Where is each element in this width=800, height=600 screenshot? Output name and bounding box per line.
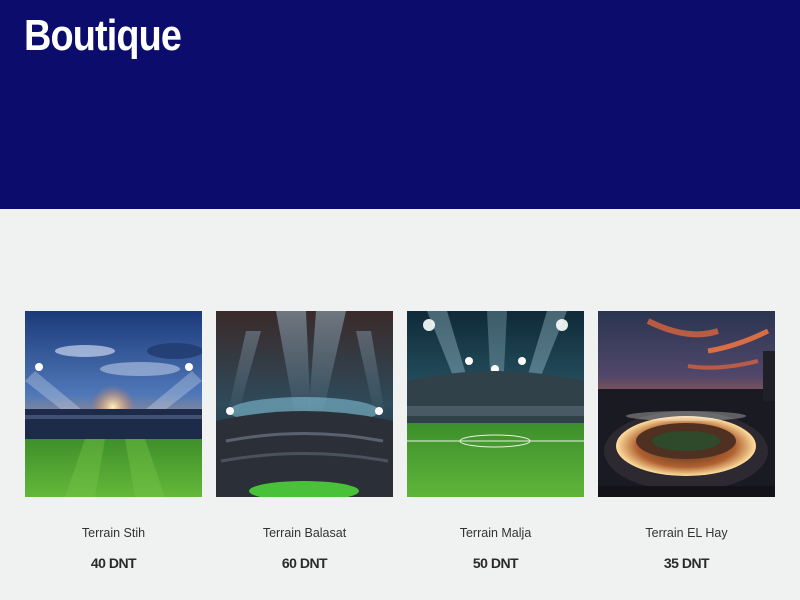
product-grid: Terrain Stih 40 DNT Terrain Balasat 60 D… (0, 209, 800, 600)
product-price: 60 DNT (281, 555, 328, 571)
stadium-spotlights-image (216, 311, 393, 497)
product-price: 35 DNT (663, 555, 710, 571)
product-name[interactable]: Terrain EL Hay (598, 526, 775, 540)
product-card[interactable]: Terrain Balasat 60 DNT (216, 311, 393, 591)
product-card[interactable]: Terrain Stih 40 DNT (25, 311, 202, 591)
product-image[interactable] (598, 311, 775, 497)
product-card[interactable]: Terrain EL Hay 35 DNT (598, 311, 775, 591)
product-name[interactable]: Terrain Stih (25, 526, 202, 540)
product-name[interactable]: Terrain Balasat (216, 526, 393, 540)
product-price: 50 DNT (472, 555, 519, 571)
product-image[interactable] (216, 311, 393, 497)
product-card[interactable]: Terrain Malja 50 DNT (407, 311, 584, 591)
stadium-aerial-image (598, 311, 775, 497)
product-image[interactable] (25, 311, 202, 497)
product-name[interactable]: Terrain Malja (407, 526, 584, 540)
product-image[interactable] (407, 311, 584, 497)
product-price: 40 DNT (90, 555, 137, 571)
stadium-sunset-image (25, 311, 202, 497)
page-title: Boutique (24, 11, 182, 60)
page-header: Boutique (0, 0, 800, 209)
stadium-night-image (407, 311, 584, 497)
